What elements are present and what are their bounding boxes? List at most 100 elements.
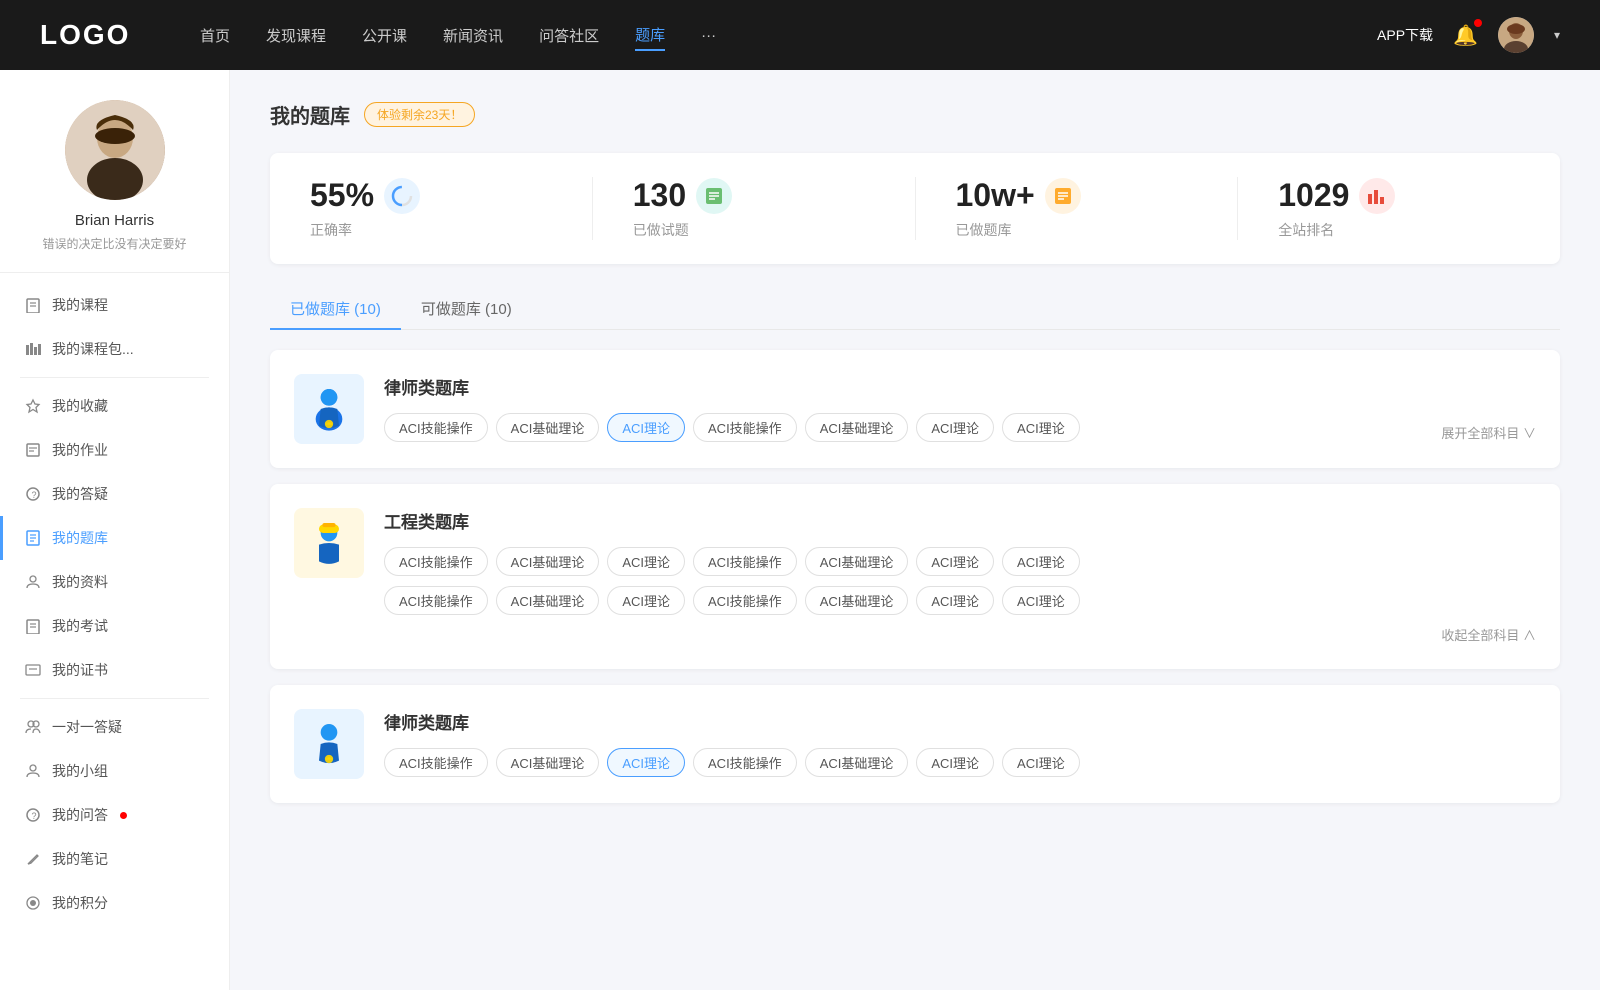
sidebar-item-favorites[interactable]: 我的收藏: [0, 384, 229, 428]
sidebar-item-group[interactable]: 我的小组: [0, 749, 229, 793]
nav-more[interactable]: ···: [701, 23, 716, 48]
tag-item[interactable]: ACI基础理论: [496, 748, 600, 777]
tag-item[interactable]: ACI基础理论: [805, 547, 909, 576]
tag-item[interactable]: ACI技能操作: [384, 547, 488, 576]
tag-item[interactable]: ACI理论: [1002, 547, 1080, 576]
tag-item[interactable]: ACI基础理论: [805, 586, 909, 615]
sidebar-label-group: 我的小组: [52, 761, 108, 781]
tag-item[interactable]: ACI基础理论: [496, 413, 600, 442]
sidebar-label-my-qa: 我的问答: [52, 805, 108, 825]
profile-section: Brian Harris 错误的决定比没有决定要好: [0, 100, 229, 273]
qbank-engineer-1-tags-row2: ACI技能操作 ACI基础理论 ACI理论 ACI技能操作 ACI基础理论 AC…: [384, 586, 1536, 615]
user-menu-chevron-icon[interactable]: ▾: [1554, 28, 1560, 42]
certificate-icon: [24, 661, 42, 679]
favorites-icon: [24, 397, 42, 415]
stat-accuracy-icon: [384, 178, 420, 214]
nav-qa[interactable]: 问答社区: [539, 21, 599, 50]
page-title: 我的题库: [270, 100, 350, 129]
qbank-lawyer-1-tags: ACI技能操作 ACI基础理论 ACI理论 ACI技能操作 ACI基础理论 AC…: [384, 413, 1536, 442]
tag-item[interactable]: ACI技能操作: [384, 413, 488, 442]
sidebar-divider-1: [20, 377, 209, 378]
homework-icon: [24, 441, 42, 459]
sidebar-item-notes[interactable]: 我的笔记: [0, 837, 229, 881]
tag-item[interactable]: ACI基础理论: [496, 547, 600, 576]
tag-item[interactable]: ACI理论: [916, 547, 994, 576]
nav-home[interactable]: 首页: [200, 21, 230, 50]
tag-item[interactable]: ACI技能操作: [693, 547, 797, 576]
sidebar-item-profile[interactable]: 我的资料: [0, 560, 229, 604]
sidebar-item-my-qa[interactable]: ? 我的问答: [0, 793, 229, 837]
profile-avatar[interactable]: [65, 100, 165, 200]
points-icon: [24, 894, 42, 912]
sidebar-label-qa: 我的答疑: [52, 484, 108, 504]
profile-icon: [24, 573, 42, 591]
sidebar-item-certificate[interactable]: 我的证书: [0, 648, 229, 692]
tag-item[interactable]: ACI技能操作: [693, 748, 797, 777]
sidebar-item-qa[interactable]: ? 我的答疑: [0, 472, 229, 516]
tag-item[interactable]: ACI理论: [916, 748, 994, 777]
notification-bell-icon[interactable]: 🔔: [1453, 23, 1478, 48]
qbank-engineer-icon-wrap: [294, 508, 364, 578]
sidebar: Brian Harris 错误的决定比没有决定要好 我的课程 我的课程包...: [0, 70, 230, 990]
tag-item[interactable]: ACI技能操作: [693, 413, 797, 442]
group-icon: [24, 762, 42, 780]
tag-item[interactable]: ACI理论: [1002, 586, 1080, 615]
qbank-lawyer-2-icon-wrap: [294, 709, 364, 779]
qa-icon: ?: [24, 485, 42, 503]
sidebar-item-1on1[interactable]: 一对一答疑: [0, 705, 229, 749]
tag-item[interactable]: ACI基础理论: [805, 413, 909, 442]
tag-item[interactable]: ACI技能操作: [693, 586, 797, 615]
avatar[interactable]: [1498, 17, 1534, 53]
collapse-link-engineer-1[interactable]: 收起全部科目 ∧: [1441, 628, 1536, 643]
stat-done-banks-value: 10w+: [956, 177, 1035, 214]
content-area: 我的题库 体验剩余23天！ 55% 正确率 13: [230, 70, 1600, 990]
tab-done-banks[interactable]: 已做题库 (10): [270, 288, 401, 329]
tag-item-active[interactable]: ACI理论: [607, 413, 685, 442]
tag-item[interactable]: ACI理论: [916, 586, 994, 615]
tag-item[interactable]: ACI基础理论: [496, 586, 600, 615]
nav-qbank[interactable]: 题库: [635, 20, 665, 51]
expand-link-lawyer-1[interactable]: 展开全部科目 ∨: [1441, 423, 1536, 442]
course-package-icon: [24, 340, 42, 358]
stat-ranking: 1029 全站排名: [1238, 177, 1560, 240]
sidebar-label-profile: 我的资料: [52, 572, 108, 592]
tag-item[interactable]: ACI理论: [607, 586, 685, 615]
qbank-card-lawyer-1: 律师类题库 ACI技能操作 ACI基础理论 ACI理论 ACI技能操作 ACI基…: [270, 350, 1560, 468]
tag-item-active[interactable]: ACI理论: [607, 748, 685, 777]
sidebar-item-exam[interactable]: 我的考试: [0, 604, 229, 648]
qbank-lawyer-2-tags: ACI技能操作 ACI基础理论 ACI理论 ACI技能操作 ACI基础理论 AC…: [384, 748, 1536, 777]
sidebar-label-notes: 我的笔记: [52, 849, 108, 869]
qbank-icon: [24, 529, 42, 547]
sidebar-label-exam: 我的考试: [52, 616, 108, 636]
profile-motto: 错误的决定比没有决定要好: [42, 235, 186, 252]
nav-discover[interactable]: 发现课程: [266, 21, 326, 50]
nav-menu: 首页 发现课程 公开课 新闻资讯 问答社区 题库 ···: [200, 20, 1377, 51]
stat-ranking-icon: [1359, 178, 1395, 214]
sidebar-item-homework[interactable]: 我的作业: [0, 428, 229, 472]
sidebar-item-qbank[interactable]: 我的题库: [0, 516, 229, 560]
app-download-button[interactable]: APP下载: [1377, 25, 1433, 45]
tag-item[interactable]: ACI理论: [1002, 413, 1080, 442]
sidebar-item-my-course[interactable]: 我的课程: [0, 283, 229, 327]
sidebar-item-course-package[interactable]: 我的课程包...: [0, 327, 229, 371]
stat-done-banks-icon: [1045, 178, 1081, 214]
sidebar-label-1on1: 一对一答疑: [52, 717, 122, 737]
qbank-lawyer-2-title: 律师类题库: [384, 709, 1536, 734]
nav-open-course[interactable]: 公开课: [362, 21, 407, 50]
sidebar-item-points[interactable]: 我的积分: [0, 881, 229, 925]
tag-item[interactable]: ACI技能操作: [384, 748, 488, 777]
tag-item[interactable]: ACI理论: [1002, 748, 1080, 777]
nav-news[interactable]: 新闻资讯: [443, 21, 503, 50]
stat-done-banks: 10w+ 已做题库: [916, 177, 1239, 240]
qbank-card-engineer-1: 工程类题库 ACI技能操作 ACI基础理论 ACI理论 ACI技能操作 ACI基…: [270, 484, 1560, 669]
one-on-one-icon: [24, 718, 42, 736]
tag-item[interactable]: ACI技能操作: [384, 586, 488, 615]
stat-done-banks-label: 已做题库: [956, 220, 1012, 240]
navbar-right: APP下载 🔔 ▾: [1377, 17, 1560, 53]
tag-item[interactable]: ACI理论: [607, 547, 685, 576]
tab-available-banks[interactable]: 可做题库 (10): [401, 288, 532, 329]
qbank-lawyer-icon-wrap: [294, 374, 364, 444]
tag-item[interactable]: ACI基础理论: [805, 748, 909, 777]
stat-done-questions-icon: [696, 178, 732, 214]
tag-item[interactable]: ACI理论: [916, 413, 994, 442]
